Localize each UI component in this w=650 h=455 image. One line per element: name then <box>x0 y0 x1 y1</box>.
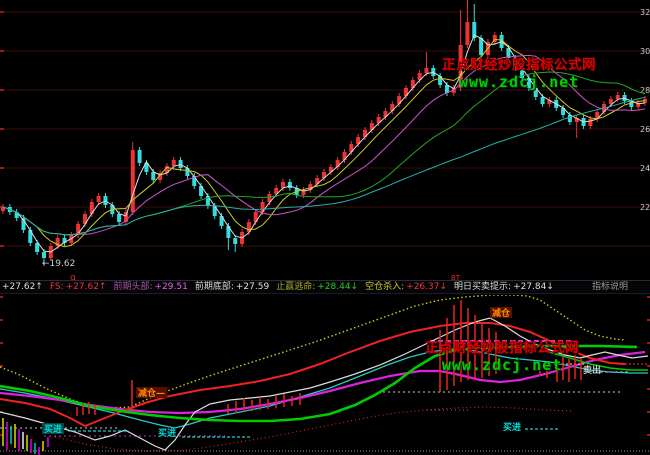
magenta-trend-line <box>0 352 645 413</box>
indicator-help-link[interactable]: 指标说明 <box>592 281 628 293</box>
white-signal-line <box>0 318 648 450</box>
status-item-label: 止赢逃命: <box>276 282 315 292</box>
status-item: 前期头部:+29.51 <box>113 281 187 293</box>
signal-buy-1: 买进 <box>44 423 62 435</box>
status-item-label: 前期底部: <box>195 282 234 292</box>
signal-sell-1: 卖出 <box>583 364 601 376</box>
ma-slow-cyan <box>3 97 645 234</box>
status-item-value: +27.62↑ <box>2 282 43 292</box>
red-trend-line <box>0 323 625 426</box>
ma-magenta <box>3 55 645 234</box>
signal-reduce-1: 减仓— <box>138 387 165 399</box>
status-item-label: 明日买卖提示: <box>454 282 511 292</box>
ma-green <box>3 72 645 235</box>
status-item-label: 前期头部: <box>113 282 152 292</box>
yellow-dotted-band <box>0 295 625 408</box>
status-item-value: +28.44↓ <box>317 282 358 292</box>
candle <box>97 196 101 202</box>
indicator-chart-panel[interactable]: 减仓—减仓买进买进买进卖出 <box>0 295 650 455</box>
candle <box>131 150 135 212</box>
candlestick-chart-panel[interactable]: 323028262422←19.62qBT <box>0 0 650 280</box>
status-item-label: FS: <box>50 282 64 292</box>
candle <box>179 160 183 168</box>
status-item-label: 空仓杀入: <box>365 282 404 292</box>
candle <box>616 95 620 99</box>
price-axis-label: 32 <box>640 8 650 17</box>
candle <box>233 238 237 244</box>
candle <box>588 119 592 126</box>
status-item: 明日买卖提示:+27.84↓ <box>454 281 554 293</box>
status-item: +27.62↑ <box>2 281 43 293</box>
candle <box>459 45 463 88</box>
candle <box>541 97 545 104</box>
candle <box>424 68 428 73</box>
price-axis-label: 24 <box>640 164 650 173</box>
price-axis-label: 30 <box>640 47 650 56</box>
signal-reduce-2: 减仓 <box>492 307 511 319</box>
status-item-value: +26.37↓ <box>406 282 447 292</box>
signal-buy-3: 买进 <box>503 421 521 433</box>
candle <box>151 172 155 180</box>
price-axis-label: 28 <box>640 86 650 95</box>
status-item-value: +29.51 <box>155 282 188 292</box>
ma-yellow <box>3 40 645 247</box>
candle <box>172 160 176 166</box>
status-item-value: +27.62↑ <box>66 282 107 292</box>
status-item: 止赢逃命:+28.44↓ <box>276 281 358 293</box>
status-item: 前期底部:+27.59 <box>195 281 269 293</box>
candle <box>42 252 46 258</box>
price-axis-label: 26 <box>640 125 650 134</box>
stock-chart-window: 323028262422←19.62qBT +27.62↑FS:+27.62↑前… <box>0 0 650 455</box>
indicator-status-bar: +27.62↑FS:+27.62↑前期头部:+29.51前期底部:+27.59止… <box>0 280 650 294</box>
status-item: 空仓杀入:+26.37↓ <box>365 281 447 293</box>
signal-buy-2: 买进 <box>158 427 176 439</box>
candle <box>117 214 121 222</box>
status-item: FS:+27.62↑ <box>50 281 107 293</box>
low-price-label: ←19.62 <box>42 259 75 269</box>
candle <box>288 182 292 188</box>
status-item-value: +27.84↓ <box>513 282 554 292</box>
candle <box>479 38 483 55</box>
candle <box>138 150 142 163</box>
status-item-value: +27.59 <box>236 282 269 292</box>
price-axis-label: 22 <box>640 203 650 212</box>
marker-q: q <box>70 273 76 280</box>
candle <box>465 22 469 45</box>
